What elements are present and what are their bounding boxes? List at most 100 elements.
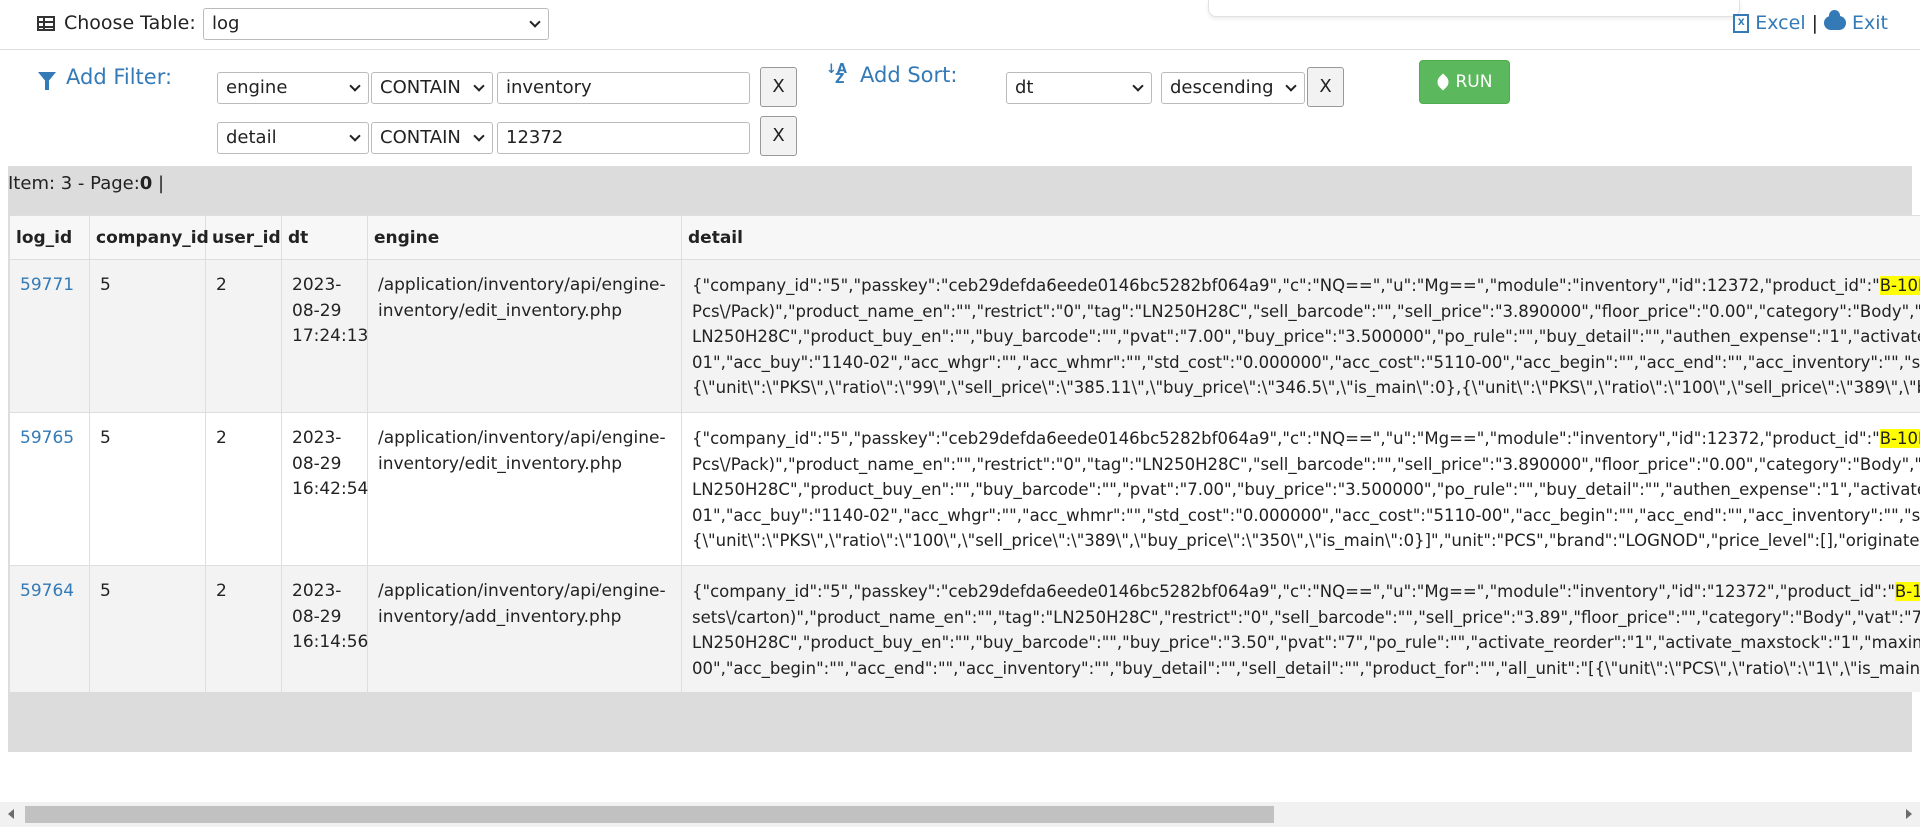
highlighted-product-id: B-10PETO28-025OC — [1879, 276, 1920, 295]
engine-cell: /application/inventory/api/engine-invent… — [367, 259, 682, 413]
cloud-icon — [1824, 10, 1847, 30]
engine-cell: /application/inventory/api/engine-invent… — [367, 412, 682, 566]
dt-line: 08-29 — [292, 606, 342, 627]
remove-filter-button[interactable]: X — [760, 67, 797, 107]
dt-line: 2023- — [292, 275, 342, 295]
scroll-left-arrow-icon[interactable] — [8, 809, 14, 819]
column-header-company-id[interactable]: company_id — [89, 215, 209, 260]
log-id-link[interactable]: 59765 — [20, 428, 74, 448]
engine-line: inventory/add_inventory.php — [378, 606, 622, 627]
table-header-row: log_id company_id user_id dt engine deta… — [9, 215, 1920, 260]
filter-operator-select[interactable]: CONTAIN — [371, 72, 493, 104]
filter-operator-value: CONTAIN — [380, 77, 461, 98]
log-id-link[interactable]: 59764 — [20, 581, 74, 601]
table-row: 59771 5 2 2023- 08-29 17:24:13 /applicatio… — [9, 259, 1920, 413]
filter-icon — [38, 71, 56, 90]
status-suffix: | — [152, 173, 165, 194]
engine-line: /application/inventory/api/engine- — [378, 275, 666, 295]
table-row: 59764 5 2 2023- 08-29 16:14:56 /applicatio… — [9, 565, 1920, 692]
engine-line: inventory/edit_inventory.php — [378, 453, 623, 474]
engine-line: inventory/edit_inventory.php — [378, 300, 623, 321]
chevron-down-icon — [529, 16, 541, 28]
chevron-down-icon — [473, 130, 485, 142]
detail-line: 01","acc_buy":"1140-02","acc_whgr":"","a… — [692, 352, 1920, 372]
column-header-log-id[interactable]: log_id — [9, 215, 90, 260]
table-select-value: log — [212, 13, 240, 34]
exit-link[interactable]: Exit — [1852, 12, 1888, 34]
scroll-right-arrow-icon[interactable] — [1906, 809, 1912, 819]
rocket-icon — [1434, 73, 1451, 91]
choose-table-label: Choose Table: — [64, 12, 196, 34]
filter-field-select[interactable]: detail — [217, 122, 369, 154]
status-prefix: Item: 3 - Page: — [8, 173, 140, 194]
link-separator: | — [1811, 12, 1819, 34]
add-sort-label: Add Sort: — [860, 63, 958, 87]
choose-table-label-group: Choose Table: — [37, 12, 196, 34]
top-bar: Choose Table: log X Excel | Exit — [0, 0, 1920, 50]
dt-cell: 2023- 08-29 17:24:13 — [281, 259, 368, 413]
detail-cell: {"company_id":"5","passkey":"ceb29defda6… — [681, 259, 1920, 413]
column-header-user-id[interactable]: user_id — [205, 215, 282, 260]
detail-line: {\"unit\":\"PKS\",\"ratio\":\"99\",\"sel… — [692, 378, 1920, 397]
detail-line: Pcs\/Pack)","product_name_en":"","restri… — [692, 454, 1920, 474]
detail-text: {"company_id":"5","passkey":"ceb29defda6… — [692, 276, 1880, 295]
column-header-engine[interactable]: engine — [367, 215, 682, 260]
chevron-down-icon — [349, 80, 361, 92]
table-icon — [37, 15, 55, 31]
app-window: Choose Table: log X Excel | Exit Add Fil… — [0, 0, 1920, 827]
dt-line: 16:42:54 — [292, 479, 369, 499]
table-select[interactable]: log — [203, 8, 549, 40]
company-id-cell: 5 — [89, 565, 206, 692]
filter-field-select[interactable]: engine — [217, 72, 369, 104]
add-filter-title[interactable]: Add Filter: — [38, 65, 173, 90]
result-status: Item: 3 - Page:0 | — [8, 173, 164, 194]
column-header-detail[interactable]: detail — [681, 215, 1920, 260]
run-label: RUN — [1455, 72, 1493, 92]
filter-value-input[interactable]: inventory — [497, 72, 750, 104]
filter-value-input[interactable]: 12372 — [497, 122, 750, 154]
sort-field-value: dt — [1015, 77, 1034, 98]
highlighted-product-id: B-10PETO28-025OC — [1879, 429, 1920, 448]
table-row: 59765 5 2 2023- 08-29 16:42:54 /applicatio… — [9, 412, 1920, 566]
sort-icon: ↓A Z — [826, 62, 847, 87]
engine-cell: /application/inventory/api/engine-invent… — [367, 565, 682, 692]
sort-direction-select[interactable]: descending — [1161, 72, 1305, 104]
dt-line: 2023- — [292, 581, 342, 601]
filter-operator-value: CONTAIN — [380, 127, 461, 148]
user-id-cell: 2 — [205, 259, 282, 413]
detail-line: sets\/carton)","product_name_en":"","tag… — [692, 607, 1920, 627]
sort-field-select[interactable]: dt — [1006, 72, 1152, 104]
detail-text: {"company_id":"5","passkey":"ceb29defda6… — [692, 582, 1895, 601]
dt-line: 16:14:56 — [292, 632, 369, 652]
remove-filter-button[interactable]: X — [760, 116, 797, 156]
excel-icon: X — [1733, 13, 1750, 33]
chevron-down-icon — [473, 80, 485, 92]
sort-direction-value: descending — [1170, 77, 1274, 98]
user-id-cell: 2 — [205, 565, 282, 692]
horizontal-scrollbar[interactable] — [0, 802, 1920, 827]
filter-field-value: engine — [226, 77, 288, 98]
detail-line: {"company_id":"5","passkey":"ceb29defda6… — [692, 273, 1920, 299]
log-id-link[interactable]: 59771 — [20, 275, 74, 295]
run-button[interactable]: RUN — [1419, 60, 1510, 104]
results-table-viewport: log_id company_id user_id dt engine deta… — [9, 215, 1920, 692]
results-table: log_id company_id user_id dt engine deta… — [9, 215, 1920, 692]
dt-cell: 2023- 08-29 16:42:54 — [281, 412, 369, 566]
column-header-dt[interactable]: dt — [281, 215, 368, 260]
excel-link[interactable]: Excel — [1755, 12, 1805, 34]
filter-field-value: detail — [226, 127, 277, 148]
dropdown-overlay-edge — [1208, 0, 1740, 17]
highlighted-product-id: B-10PETO28-025C — [1894, 582, 1920, 601]
detail-text: {"company_id":"5","passkey":"ceb29defda6… — [692, 429, 1880, 448]
detail-line: 00","acc_begin":"","acc_end":"","acc_inv… — [692, 658, 1920, 678]
scrollbar-thumb[interactable] — [25, 806, 1274, 823]
remove-sort-button[interactable]: X — [1307, 67, 1344, 107]
add-filter-label: Add Filter: — [66, 65, 173, 89]
detail-line: Pcs\/Pack)","product_name_en":"","restri… — [692, 301, 1920, 321]
dt-cell: 2023- 08-29 16:14:56 — [281, 565, 369, 692]
filter-operator-select[interactable]: CONTAIN — [371, 122, 493, 154]
detail-line: LN250H28C","product_buy_en":"","buy_barc… — [692, 327, 1920, 346]
add-sort-title[interactable]: ↓A Z Add Sort: — [826, 63, 957, 87]
company-id-cell: 5 — [89, 259, 206, 413]
detail-line: LN250H28C","product_buy_en":"","buy_barc… — [692, 480, 1920, 499]
